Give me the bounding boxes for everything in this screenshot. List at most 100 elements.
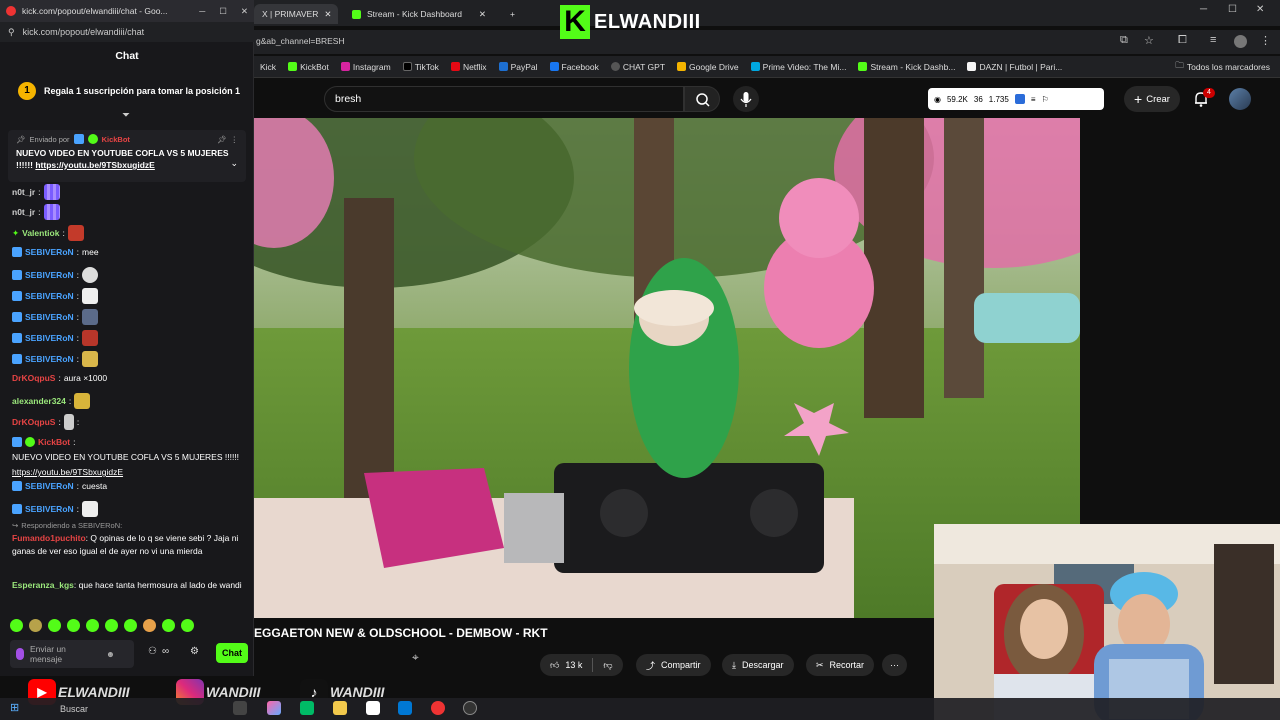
extension-icon[interactable]	[1014, 94, 1025, 104]
chat-username[interactable]: n0t_jr	[12, 206, 35, 218]
thumbs-down-icon[interactable]: 👎︎	[603, 660, 612, 671]
media-icon[interactable]: ≡	[1210, 34, 1216, 46]
bookmark-instagram[interactable]: Instagram	[340, 62, 391, 72]
cast-icon[interactable]: ⧉	[1120, 34, 1128, 47]
chat-username[interactable]: SEBIVERoN	[25, 332, 74, 344]
bookmarks-folder[interactable]: 🗀 Todos los marcadores	[1175, 60, 1280, 74]
address-bar[interactable]: g&ab_channel=BRESH	[256, 36, 345, 46]
gear-icon[interactable]: ⚙	[190, 646, 199, 657]
sub-gift-goal[interactable]: 1 Regala 1 suscripción para tomar la pos…	[18, 78, 248, 104]
bookmark-facebook[interactable]: Facebook	[549, 62, 599, 72]
chat-username[interactable]: Valentiok	[22, 227, 59, 239]
chat-username[interactable]: alexander324	[12, 395, 66, 407]
bookmark-google-drive[interactable]: Google Drive	[677, 62, 739, 72]
chat-username[interactable]: n0t_jr	[12, 186, 35, 198]
bookmark-paypal[interactable]: PayPal	[498, 62, 538, 72]
chat-link[interactable]: https://youtu.be/9TSbxugidzE	[12, 466, 123, 478]
chat-username[interactable]: KickBot	[38, 436, 70, 448]
chat-username[interactable]: SEBIVERoN	[25, 353, 74, 365]
bookmark-dazn[interactable]: DAZN | Futbol | Pari...	[967, 62, 1062, 72]
share-button[interactable]: ⤴ Compartir	[636, 654, 711, 676]
profile-avatar[interactable]	[1234, 35, 1247, 48]
chat-username[interactable]: SEBIVERoN	[25, 246, 74, 258]
emote-icon[interactable]	[10, 618, 23, 632]
emote-icon[interactable]	[86, 618, 99, 632]
voice-search-button[interactable]	[733, 86, 759, 112]
star-icon[interactable]: ☆	[1144, 34, 1154, 47]
close-icon[interactable]: ✕	[241, 6, 248, 17]
emote-icon[interactable]	[48, 618, 61, 632]
bookmark-chatgpt[interactable]: CHAT GPT	[610, 62, 665, 72]
like-button[interactable]: 👍︎ 13 k 👎︎	[540, 654, 623, 676]
browser-toolbar: g&ab_channel=BRESH ⧉ ☆ ⧠ ≡ ⋮	[254, 30, 1280, 54]
emote-icon[interactable]	[162, 618, 175, 632]
more-icon[interactable]: ⋮	[231, 135, 239, 144]
emote-icon[interactable]	[29, 618, 42, 632]
site-info-icon[interactable]: ⚲	[8, 27, 15, 38]
copilot-icon[interactable]	[267, 701, 281, 715]
maximize-icon[interactable]: ☐	[219, 6, 227, 17]
bookmark-netflix[interactable]: Netflix	[450, 62, 487, 72]
chat-username[interactable]: SEBIVERoN	[25, 269, 74, 281]
obs-icon[interactable]	[463, 701, 477, 715]
menu-icon[interactable]: ⋮	[1260, 34, 1271, 47]
youtube-search-input[interactable]: bresh	[324, 86, 684, 112]
unpin-icon[interactable]: 📌︎	[217, 135, 227, 144]
emote-icon[interactable]	[105, 618, 118, 632]
emote-icon[interactable]	[124, 618, 137, 632]
extension-stats-pill[interactable]: ◉ 59.2K 36 1.735 ≡ ⚐	[928, 88, 1104, 110]
chat-username[interactable]: SEBIVERoN	[25, 290, 74, 302]
emote-icon[interactable]	[181, 618, 194, 632]
infinity-icon[interactable]: ∞	[162, 646, 169, 657]
list-icon[interactable]: ≡	[1031, 95, 1036, 104]
edge-icon[interactable]	[300, 701, 314, 715]
bookmark-kick-dashboard[interactable]: Stream - Kick Dashb...	[858, 62, 955, 72]
close-icon[interactable]: ✕	[479, 9, 486, 20]
microphone-icon[interactable]	[16, 648, 24, 660]
bookmark-kick[interactable]: Kick	[260, 62, 276, 72]
close-window-icon[interactable]: ✕	[1256, 4, 1264, 15]
chrome-icon[interactable]	[431, 701, 445, 715]
youtube-search-button[interactable]	[684, 86, 720, 112]
tab-primavera[interactable]: X | PRIMAVER ✕	[254, 4, 338, 24]
bookmark-kickbot[interactable]: KickBot	[288, 62, 329, 72]
taskbar-search[interactable]: Buscar	[30, 700, 210, 718]
extensions-icon[interactable]: ⧠	[1178, 34, 1187, 47]
windows-start-icon[interactable]: ⊞	[10, 701, 19, 714]
chat-message-input[interactable]: Enviar un mensaje ☻	[10, 640, 134, 668]
store-icon[interactable]	[366, 701, 380, 715]
avatar[interactable]	[1229, 88, 1251, 110]
new-tab-button[interactable]: +	[502, 4, 522, 24]
chat-username[interactable]: DrKOqpuS	[12, 372, 55, 384]
minimize-icon[interactable]: ─	[199, 6, 205, 17]
pinned-link[interactable]: https://youtu.be/9TSbxugidzE	[35, 160, 154, 170]
minimize-icon[interactable]: ─	[1200, 4, 1207, 15]
create-button[interactable]: + Crear	[1124, 86, 1180, 112]
download-button[interactable]: ⤓ Descargar	[722, 654, 794, 676]
more-actions-button[interactable]: ···	[882, 654, 907, 676]
maximize-icon[interactable]: ☐	[1228, 4, 1237, 15]
chat-username[interactable]: DrKOqpuS	[12, 416, 55, 428]
emote-icon[interactable]	[67, 618, 80, 632]
chat-username[interactable]: SEBIVERoN	[25, 503, 74, 515]
clip-button[interactable]: ✂ Recortar	[806, 654, 875, 676]
outlook-icon[interactable]	[398, 701, 412, 715]
chat-username[interactable]: SEBIVERoN	[25, 480, 74, 492]
tab-kick-dashboard[interactable]: Stream - Kick Dashboard ✕	[344, 4, 494, 24]
emoji-icon[interactable]: ☻	[106, 649, 115, 659]
chat-username[interactable]: SEBIVERoN	[25, 311, 74, 323]
bookmark-prime-video[interactable]: Prime Video: The Mi...	[750, 62, 846, 72]
emote-icon[interactable]	[143, 618, 156, 632]
users-icon[interactable]: ⚇	[148, 646, 157, 657]
bookmark-tiktok[interactable]: TikTok	[402, 62, 439, 72]
chat-address-bar[interactable]: ⚲ kick.com/popout/elwandiii/chat	[0, 22, 254, 42]
close-icon[interactable]: ✕	[324, 9, 331, 20]
file-explorer-icon[interactable]	[333, 701, 347, 715]
chat-send-button[interactable]: Chat	[216, 643, 248, 663]
chevron-down-icon[interactable]: ⏷	[122, 110, 130, 121]
task-view-icon[interactable]	[233, 701, 247, 715]
chat-username[interactable]: Esperanza_kgs	[12, 580, 74, 590]
chat-username[interactable]: Fumando1puchito	[12, 533, 86, 543]
flag-icon[interactable]: ⚐	[1042, 95, 1049, 104]
chevron-down-icon[interactable]: ⌄	[230, 158, 238, 169]
